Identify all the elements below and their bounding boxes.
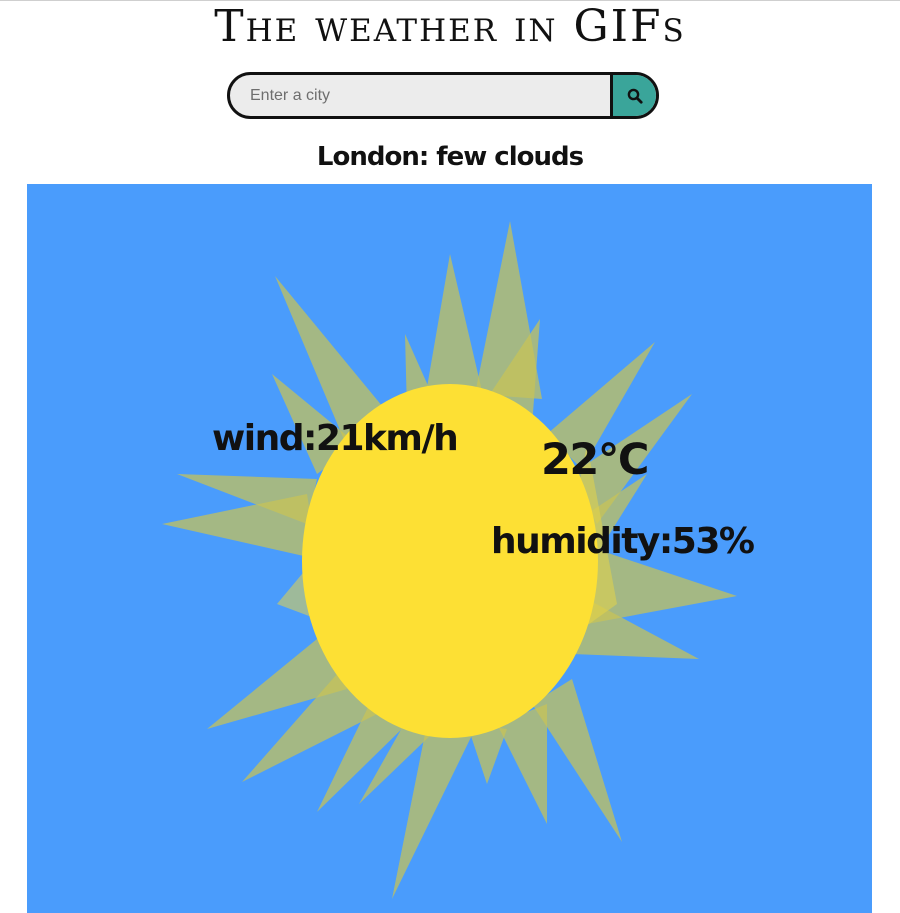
weather-gif-panel: wind:21km/h 22°C humidity:53% <box>27 184 872 913</box>
search-form <box>227 72 659 119</box>
search-icon <box>627 88 643 104</box>
humidity: humidity:53% <box>491 521 755 562</box>
location-conditions-heading: London: few clouds <box>316 142 584 172</box>
city-search-input[interactable] <box>230 75 613 116</box>
app-title: The weather in GIFs <box>214 1 686 52</box>
temperature: 22°C <box>541 435 649 485</box>
wind-speed: wind:21km/h <box>212 418 459 459</box>
search-button[interactable] <box>610 75 656 116</box>
